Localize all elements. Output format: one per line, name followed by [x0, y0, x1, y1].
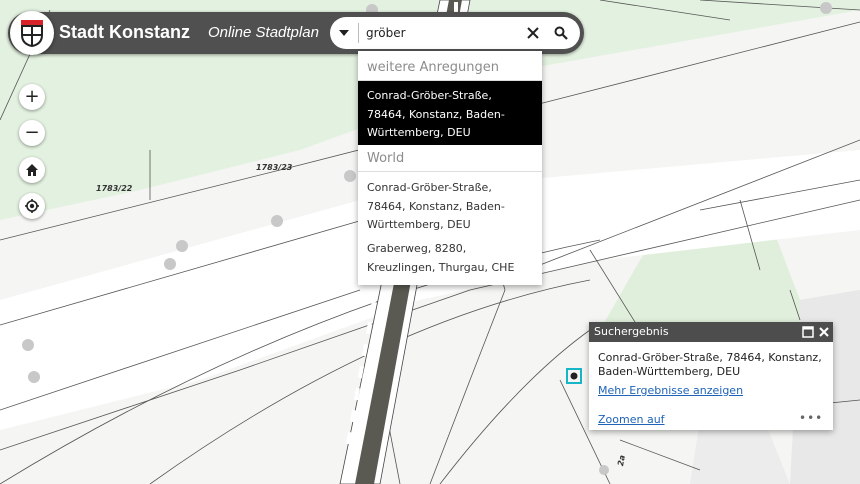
plus-icon: +	[24, 86, 40, 107]
suggestion-item[interactable]: Conrad-Gröber-Straße, 78464, Konstanz, B…	[358, 173, 542, 241]
app-title: Stadt Konstanz	[59, 22, 191, 42]
parcel-label: 1783/23	[256, 163, 293, 172]
more-results-link[interactable]: Mehr Ergebnisse anzeigen	[598, 384, 743, 397]
popup-title: Suchergebnis	[594, 325, 669, 338]
clear-search-button[interactable]	[521, 21, 545, 45]
more-options-icon[interactable]: •••	[799, 411, 823, 425]
zoom-out-button[interactable]: −	[19, 120, 45, 146]
locate-button[interactable]	[19, 193, 45, 219]
search-button[interactable]	[549, 21, 573, 45]
city-logo[interactable]	[10, 11, 54, 55]
parcel-label: 2a	[616, 454, 627, 467]
zoom-to-link[interactable]: Zoomen auf	[598, 413, 665, 426]
minus-icon: −	[24, 122, 40, 143]
app-subtitle: Online Stadtplan	[208, 24, 319, 41]
caret-down-icon	[339, 30, 349, 36]
locate-icon	[25, 199, 39, 213]
popup-header: Suchergebnis	[589, 322, 833, 342]
search-box	[330, 17, 580, 49]
home-button[interactable]	[19, 157, 45, 183]
zoom-in-button[interactable]: +	[19, 84, 45, 110]
coat-of-arms-icon	[21, 20, 43, 48]
suggestion-group-header: weitere Anregungen	[367, 60, 499, 75]
search-suggestions: weitere Anregungen Conrad-Gröber-Straße,…	[358, 51, 542, 285]
result-address: Conrad-Gröber-Straße, 78464, Konstanz, B…	[598, 351, 822, 378]
search-result-popup: Suchergebnis Conrad-Gröber-Straße, 78464…	[589, 322, 833, 430]
close-icon[interactable]	[817, 325, 831, 339]
divider	[358, 171, 542, 172]
suggestion-group-header: World	[367, 151, 405, 166]
search-icon	[554, 26, 568, 40]
search-input[interactable]	[366, 21, 516, 45]
parcel-label: 1783/22	[96, 184, 133, 193]
search-scope-button[interactable]	[330, 17, 358, 49]
divider	[358, 23, 359, 43]
close-icon	[527, 27, 539, 39]
suggestion-item[interactable]: Graberweg, 8280, Kreuzlingen, Thurgau, C…	[358, 234, 542, 283]
home-icon	[26, 164, 38, 176]
maximize-icon[interactable]	[801, 325, 815, 339]
suggestion-item[interactable]: Conrad-Gröber-Straße, 78464, Konstanz, B…	[358, 81, 542, 145]
